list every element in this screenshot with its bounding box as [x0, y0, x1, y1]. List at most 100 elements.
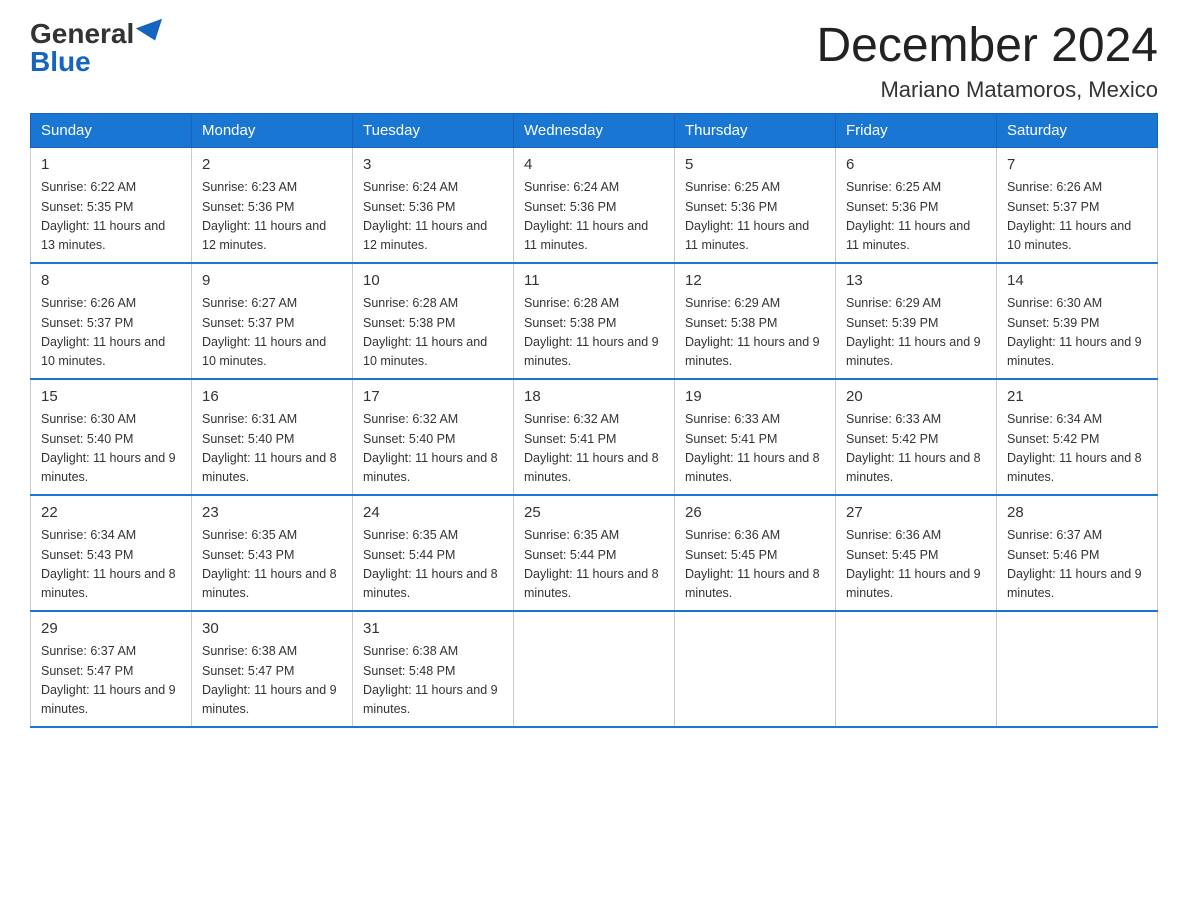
logo-blue: Blue: [30, 48, 91, 76]
day-info: Sunrise: 6:22 AMSunset: 5:35 PMDaylight:…: [41, 180, 165, 252]
day-cell: [514, 611, 675, 727]
day-number: 31: [363, 618, 503, 641]
day-number: 29: [41, 618, 181, 641]
day-cell: [836, 611, 997, 727]
day-info: Sunrise: 6:27 AMSunset: 5:37 PMDaylight:…: [202, 296, 326, 368]
day-cell: 1Sunrise: 6:22 AMSunset: 5:35 PMDaylight…: [31, 147, 192, 263]
logo-general: General: [30, 20, 134, 48]
day-cell: [675, 611, 836, 727]
day-info: Sunrise: 6:25 AMSunset: 5:36 PMDaylight:…: [685, 180, 809, 252]
day-info: Sunrise: 6:38 AMSunset: 5:47 PMDaylight:…: [202, 644, 337, 716]
day-number: 13: [846, 270, 986, 293]
day-number: 5: [685, 154, 825, 177]
day-cell: 9 Sunrise: 6:27 AMSunset: 5:37 PMDaylight…: [192, 263, 353, 379]
day-number: 8: [41, 270, 181, 293]
week-row-3: 15 Sunrise: 6:30 AMSunset: 5:40 PMDayligh…: [31, 379, 1158, 495]
week-row-4: 22Sunrise: 6:34 AMSunset: 5:43 PMDayligh…: [31, 495, 1158, 611]
day-number: 20: [846, 386, 986, 409]
day-cell: 3 Sunrise: 6:24 AMSunset: 5:36 PMDaylight…: [353, 147, 514, 263]
day-cell: 26Sunrise: 6:36 AMSunset: 5:45 PMDayligh…: [675, 495, 836, 611]
week-row-5: 29Sunrise: 6:37 AMSunset: 5:47 PMDayligh…: [31, 611, 1158, 727]
day-cell: 25 Sunrise: 6:35 AMSunset: 5:44 PMDayligh…: [514, 495, 675, 611]
day-cell: 7 Sunrise: 6:26 AMSunset: 5:37 PMDaylight…: [997, 147, 1158, 263]
day-cell: 28 Sunrise: 6:37 AMSunset: 5:46 PMDayligh…: [997, 495, 1158, 611]
day-number: 24: [363, 502, 503, 525]
day-cell: 18Sunrise: 6:32 AMSunset: 5:41 PMDayligh…: [514, 379, 675, 495]
day-cell: 2Sunrise: 6:23 AMSunset: 5:36 PMDaylight…: [192, 147, 353, 263]
logo-triangle-icon: [136, 19, 168, 45]
day-cell: 12 Sunrise: 6:29 AMSunset: 5:38 PMDayligh…: [675, 263, 836, 379]
day-info: Sunrise: 6:37 AMSunset: 5:46 PMDaylight:…: [1007, 528, 1142, 600]
day-info: Sunrise: 6:33 AMSunset: 5:42 PMDaylight:…: [846, 412, 981, 484]
day-cell: [997, 611, 1158, 727]
day-info: Sunrise: 6:24 AMSunset: 5:36 PMDaylight:…: [363, 180, 487, 252]
day-number: 11: [524, 270, 664, 293]
day-number: 4: [524, 154, 664, 177]
header-day-monday: Monday: [192, 113, 353, 147]
day-cell: 22Sunrise: 6:34 AMSunset: 5:43 PMDayligh…: [31, 495, 192, 611]
day-info: Sunrise: 6:35 AMSunset: 5:43 PMDaylight:…: [202, 528, 337, 600]
day-cell: 14 Sunrise: 6:30 AMSunset: 5:39 PMDayligh…: [997, 263, 1158, 379]
day-number: 26: [685, 502, 825, 525]
day-info: Sunrise: 6:26 AMSunset: 5:37 PMDaylight:…: [41, 296, 165, 368]
day-info: Sunrise: 6:33 AMSunset: 5:41 PMDaylight:…: [685, 412, 820, 484]
day-cell: 27Sunrise: 6:36 AMSunset: 5:45 PMDayligh…: [836, 495, 997, 611]
day-number: 25: [524, 502, 664, 525]
day-info: Sunrise: 6:31 AMSunset: 5:40 PMDaylight:…: [202, 412, 337, 484]
day-number: 3: [363, 154, 503, 177]
day-info: Sunrise: 6:30 AMSunset: 5:39 PMDaylight:…: [1007, 296, 1142, 368]
week-row-1: 1Sunrise: 6:22 AMSunset: 5:35 PMDaylight…: [31, 147, 1158, 263]
day-number: 30: [202, 618, 342, 641]
day-cell: 15 Sunrise: 6:30 AMSunset: 5:40 PMDayligh…: [31, 379, 192, 495]
day-info: Sunrise: 6:35 AMSunset: 5:44 PMDaylight:…: [363, 528, 498, 600]
day-cell: 17 Sunrise: 6:32 AMSunset: 5:40 PMDayligh…: [353, 379, 514, 495]
day-cell: 29Sunrise: 6:37 AMSunset: 5:47 PMDayligh…: [31, 611, 192, 727]
header-day-sunday: Sunday: [31, 113, 192, 147]
day-info: Sunrise: 6:35 AMSunset: 5:44 PMDaylight:…: [524, 528, 659, 600]
day-info: Sunrise: 6:26 AMSunset: 5:37 PMDaylight:…: [1007, 180, 1131, 252]
day-info: Sunrise: 6:24 AMSunset: 5:36 PMDaylight:…: [524, 180, 648, 252]
day-number: 12: [685, 270, 825, 293]
day-cell: 16 Sunrise: 6:31 AMSunset: 5:40 PMDayligh…: [192, 379, 353, 495]
day-number: 7: [1007, 154, 1147, 177]
day-cell: 31Sunrise: 6:38 AMSunset: 5:48 PMDayligh…: [353, 611, 514, 727]
day-cell: 6 Sunrise: 6:25 AMSunset: 5:36 PMDaylight…: [836, 147, 997, 263]
day-info: Sunrise: 6:32 AMSunset: 5:40 PMDaylight:…: [363, 412, 498, 484]
day-cell: 30 Sunrise: 6:38 AMSunset: 5:47 PMDayligh…: [192, 611, 353, 727]
header-day-tuesday: Tuesday: [353, 113, 514, 147]
day-info: Sunrise: 6:36 AMSunset: 5:45 PMDaylight:…: [846, 528, 981, 600]
day-cell: 8 Sunrise: 6:26 AMSunset: 5:37 PMDaylight…: [31, 263, 192, 379]
day-cell: 4 Sunrise: 6:24 AMSunset: 5:36 PMDaylight…: [514, 147, 675, 263]
day-info: Sunrise: 6:29 AMSunset: 5:38 PMDaylight:…: [685, 296, 820, 368]
day-cell: 24 Sunrise: 6:35 AMSunset: 5:44 PMDayligh…: [353, 495, 514, 611]
header-day-wednesday: Wednesday: [514, 113, 675, 147]
day-number: 28: [1007, 502, 1147, 525]
day-cell: 21Sunrise: 6:34 AMSunset: 5:42 PMDayligh…: [997, 379, 1158, 495]
day-cell: 19 Sunrise: 6:33 AMSunset: 5:41 PMDayligh…: [675, 379, 836, 495]
calendar-header-row: SundayMondayTuesdayWednesdayThursdayFrid…: [31, 113, 1158, 147]
day-cell: 20 Sunrise: 6:33 AMSunset: 5:42 PMDayligh…: [836, 379, 997, 495]
day-number: 6: [846, 154, 986, 177]
day-info: Sunrise: 6:30 AMSunset: 5:40 PMDaylight:…: [41, 412, 176, 484]
day-number: 9: [202, 270, 342, 293]
day-number: 19: [685, 386, 825, 409]
day-number: 21: [1007, 386, 1147, 409]
header-day-friday: Friday: [836, 113, 997, 147]
header-day-thursday: Thursday: [675, 113, 836, 147]
day-number: 17: [363, 386, 503, 409]
logo: General Blue: [30, 20, 166, 76]
location-title: Mariano Matamoros, Mexico: [816, 77, 1158, 103]
day-info: Sunrise: 6:28 AMSunset: 5:38 PMDaylight:…: [524, 296, 659, 368]
page-header: General Blue December 2024 Mariano Matam…: [30, 20, 1158, 103]
day-number: 16: [202, 386, 342, 409]
day-number: 2: [202, 154, 342, 177]
day-cell: 11 Sunrise: 6:28 AMSunset: 5:38 PMDayligh…: [514, 263, 675, 379]
title-block: December 2024 Mariano Matamoros, Mexico: [816, 20, 1158, 103]
day-number: 10: [363, 270, 503, 293]
day-info: Sunrise: 6:25 AMSunset: 5:36 PMDaylight:…: [846, 180, 970, 252]
day-cell: 5 Sunrise: 6:25 AMSunset: 5:36 PMDaylight…: [675, 147, 836, 263]
day-info: Sunrise: 6:32 AMSunset: 5:41 PMDaylight:…: [524, 412, 659, 484]
day-number: 15: [41, 386, 181, 409]
day-cell: 23Sunrise: 6:35 AMSunset: 5:43 PMDayligh…: [192, 495, 353, 611]
day-number: 14: [1007, 270, 1147, 293]
